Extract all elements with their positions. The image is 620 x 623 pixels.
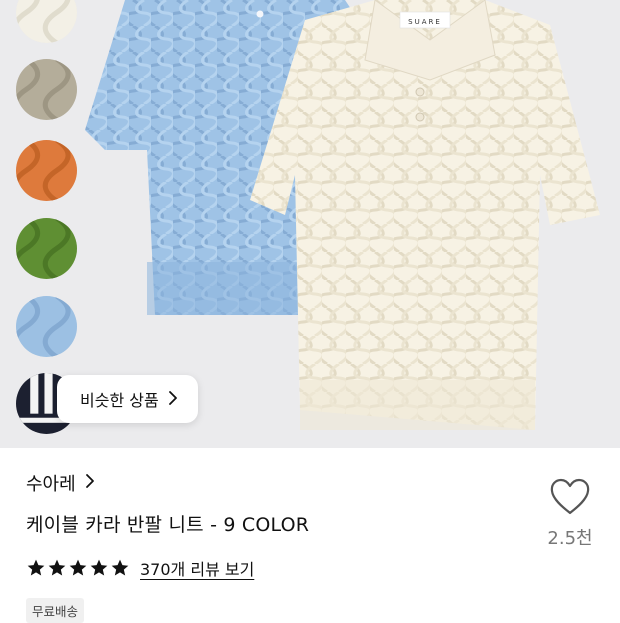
- svg-text:SUARE: SUARE: [408, 18, 442, 26]
- swatch-sky-blue[interactable]: [16, 296, 77, 357]
- chevron-right-icon: [85, 473, 95, 494]
- swatch-beige[interactable]: [16, 59, 77, 120]
- free-shipping-badge: 무료배송: [26, 598, 85, 623]
- star-icon: [48, 559, 66, 576]
- swatch-ivory[interactable]: [16, 0, 77, 43]
- product-title: 케이블 카라 반팔 니트 - 9 COLOR: [26, 514, 310, 536]
- rating-stars: [26, 558, 130, 578]
- star-icon: [27, 559, 45, 576]
- heart-outline-icon: [550, 478, 590, 515]
- like-count: 2.5천: [547, 528, 593, 549]
- swatch-orange[interactable]: [16, 140, 77, 201]
- review-link[interactable]: 370개 리뷰 보기: [140, 556, 254, 580]
- star-icon: [69, 559, 87, 576]
- brand-link[interactable]: 수아레: [26, 470, 95, 496]
- star-icon: [111, 559, 129, 576]
- similar-products-label: 비슷한 상품: [80, 391, 159, 410]
- like-button[interactable]: [549, 478, 591, 516]
- similar-products-button[interactable]: 비슷한 상품: [57, 375, 198, 423]
- brand-name: 수아레: [26, 474, 76, 495]
- product-image-area[interactable]: SUARE 비슷한 상품: [0, 0, 620, 448]
- product-image-ivory-shirt: SUARE: [250, 0, 600, 430]
- rating-row: 370개 리뷰 보기: [26, 556, 254, 580]
- star-icon: [90, 559, 108, 576]
- swatch-green[interactable]: [16, 218, 77, 279]
- chevron-right-icon: [168, 390, 178, 409]
